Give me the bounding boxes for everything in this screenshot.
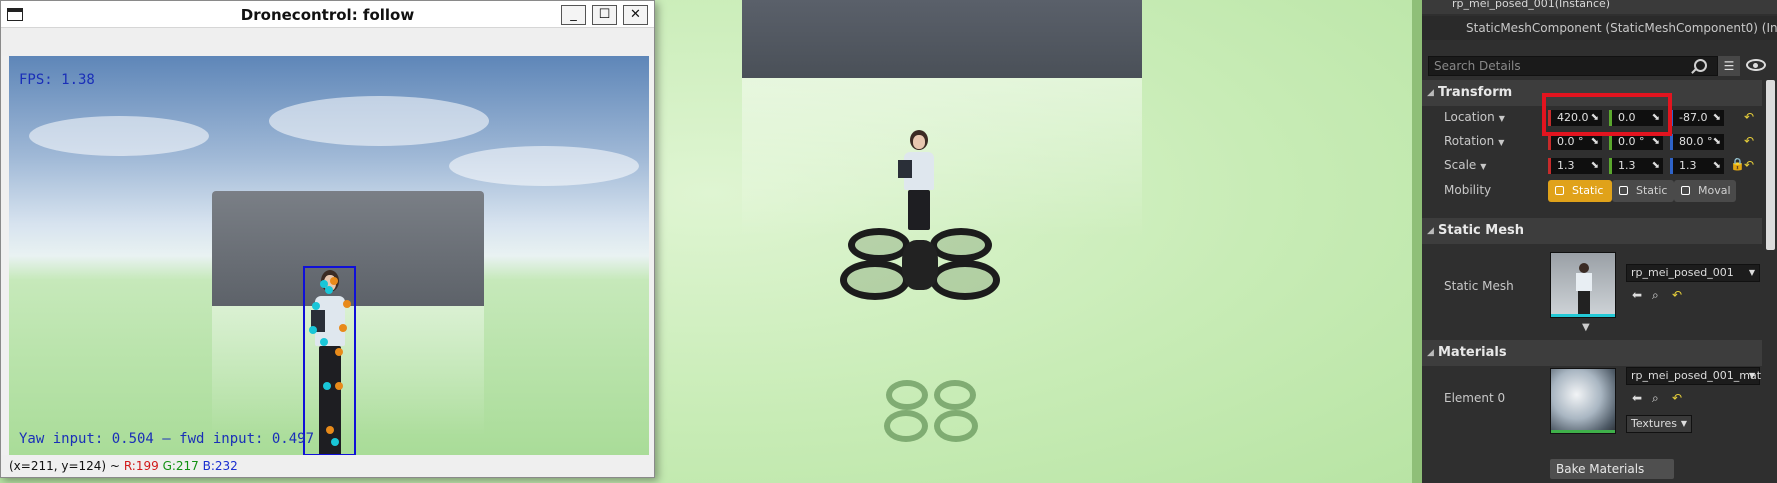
- window-titlebar[interactable]: Dronecontrol: follow _ ☐ ✕: [1, 1, 654, 28]
- static-mesh-label: Static Mesh: [1444, 279, 1514, 293]
- search-icon[interactable]: [1694, 59, 1707, 72]
- control-input-readout: Yaw input: 0.504 — fwd input: 0.497: [19, 431, 315, 447]
- viewport-edge: [1412, 0, 1422, 483]
- pixel-blue: B:232: [202, 459, 238, 473]
- material-combo[interactable]: rp_mei_posed_001_mat ▼: [1626, 367, 1761, 385]
- bake-materials-button[interactable]: Bake Materials: [1550, 459, 1674, 479]
- mobility-label: Mobility: [1444, 183, 1492, 197]
- scene-wall: [742, 0, 1142, 78]
- visibility-eye-icon[interactable]: [1746, 59, 1766, 71]
- pose-keypoint: [325, 286, 333, 294]
- pose-keypoint: [312, 302, 320, 310]
- static-mesh-thumbnail[interactable]: [1550, 252, 1616, 318]
- cloud: [269, 96, 489, 146]
- window-title: Dronecontrol: follow: [240, 6, 415, 24]
- cloud: [449, 146, 639, 186]
- scale-x-field[interactable]: 1.3 ⬊: [1548, 158, 1602, 174]
- pose-keypoint: [320, 338, 328, 346]
- browse-search-icon[interactable]: ⌕: [1652, 288, 1659, 303]
- pose-keypoint: [323, 382, 331, 390]
- camera-feed-image[interactable]: FPS: 1.38 Yaw input: 0.504 — fwd input: …: [9, 56, 649, 456]
- rotation-y-field[interactable]: 0.0 ° ⬊: [1609, 134, 1663, 150]
- pose-keypoint: [335, 348, 343, 356]
- pose-keypoint: [339, 324, 347, 332]
- list-view-icon[interactable]: ☰: [1718, 56, 1740, 76]
- static-mesh-combo[interactable]: rp_mei_posed_001 ▼: [1626, 264, 1760, 282]
- actor-instance-row[interactable]: rp_mei_posed_001(Instance): [1422, 0, 1777, 14]
- details-panel[interactable]: rp_mei_posed_001(Instance) StaticMeshCom…: [1422, 0, 1777, 483]
- pose-keypoint: [343, 300, 351, 308]
- pose-keypoint: [309, 326, 317, 334]
- pose-keypoint: [330, 277, 338, 285]
- lock-icon[interactable]: 🔒: [1730, 157, 1745, 171]
- rotation-z-field[interactable]: 80.0 ° ⬊: [1670, 134, 1724, 150]
- pose-keypoint: [331, 438, 339, 446]
- cloud: [29, 116, 209, 156]
- window-statusbar: (x=211, y=124) ~ R:199 G:217 B:232: [1, 455, 654, 477]
- component-row[interactable]: StaticMeshComponent (StaticMeshComponent…: [1422, 16, 1777, 40]
- cursor-coords: (x=211, y=124) ~: [9, 459, 120, 473]
- window-toolbar: [1, 28, 654, 56]
- location-highlight-box: [1542, 93, 1672, 136]
- pose-keypoint: [335, 382, 343, 390]
- maximize-button[interactable]: ☐: [592, 5, 617, 25]
- rotation-x-field[interactable]: 0.0 ° ⬊: [1548, 134, 1602, 150]
- scene-drone: [840, 220, 1000, 310]
- scale-z-field[interactable]: 1.3 ⬊: [1670, 158, 1724, 174]
- element-0-label: Element 0: [1444, 391, 1506, 405]
- reset-rotation-icon[interactable]: ↶: [1744, 134, 1754, 148]
- material-thumbnail[interactable]: [1550, 368, 1616, 434]
- reset-scale-icon[interactable]: ↶: [1744, 158, 1754, 172]
- section-title: Materials: [1438, 345, 1507, 360]
- scale-label[interactable]: Scale ▼: [1444, 158, 1486, 172]
- textures-dropdown[interactable]: Textures ▼: [1626, 415, 1692, 433]
- drone-shadow: [880, 380, 980, 445]
- details-scrollbar[interactable]: [1766, 80, 1775, 250]
- opencv-window[interactable]: Dronecontrol: follow _ ☐ ✕ FPS: 1.38 Yaw…: [0, 0, 655, 478]
- scene-person: [890, 130, 950, 230]
- location-label[interactable]: Location ▼: [1444, 110, 1505, 124]
- mobility-stationary-button[interactable]: Static: [1612, 180, 1674, 202]
- use-selected-arrow-icon[interactable]: ⬅: [1632, 288, 1642, 302]
- reset-material-icon[interactable]: ↶: [1672, 391, 1682, 405]
- search-details-input[interactable]: Search Details: [1428, 56, 1718, 76]
- section-title: Static Mesh: [1438, 223, 1524, 238]
- scale-y-field[interactable]: 1.3 ⬊: [1609, 158, 1663, 174]
- mobility-movable-button[interactable]: Moval: [1674, 180, 1736, 202]
- pixel-red: R:199: [123, 459, 159, 473]
- mobility-static-button[interactable]: Static: [1548, 180, 1612, 202]
- location-z-field[interactable]: -87.0 ⬊: [1670, 110, 1724, 126]
- pose-keypoint: [326, 426, 334, 434]
- section-static-mesh[interactable]: ◢ Static Mesh: [1422, 218, 1762, 244]
- close-button[interactable]: ✕: [623, 5, 648, 25]
- rotation-label[interactable]: Rotation ▼: [1444, 134, 1504, 148]
- use-selected-arrow-icon[interactable]: ⬅: [1632, 391, 1642, 405]
- reset-mesh-icon[interactable]: ↶: [1672, 288, 1682, 302]
- fps-readout: FPS: 1.38: [19, 72, 95, 88]
- section-title: Transform: [1438, 85, 1513, 100]
- pixel-green: G:217: [162, 459, 199, 473]
- section-materials[interactable]: ◢ Materials: [1422, 340, 1762, 366]
- reset-location-icon[interactable]: ↶: [1744, 110, 1754, 124]
- expand-advanced-icon[interactable]: ▼: [1582, 322, 1590, 333]
- browse-search-icon[interactable]: ⌕: [1652, 391, 1659, 406]
- minimize-button[interactable]: _: [561, 5, 586, 25]
